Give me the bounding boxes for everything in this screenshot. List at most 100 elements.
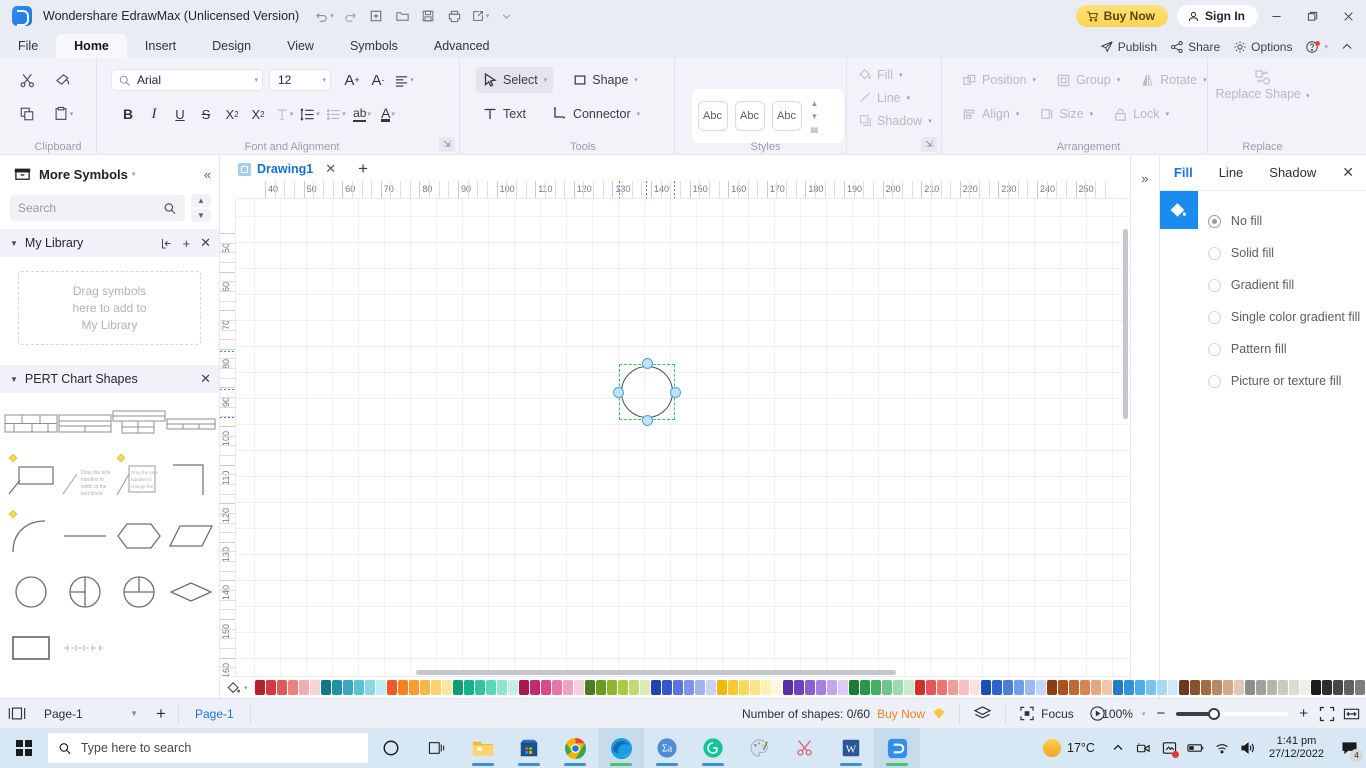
help-button[interactable]: ▾ bbox=[1300, 40, 1333, 54]
color-swatch[interactable] bbox=[727, 680, 738, 695]
color-swatch[interactable] bbox=[1057, 680, 1068, 695]
buy-now-button[interactable]: Buy Now bbox=[1075, 5, 1168, 27]
shape-item-arc[interactable] bbox=[4, 509, 58, 557]
font-family-select[interactable]: ▾ bbox=[111, 69, 263, 91]
canvas-vertical-scrollbar[interactable] bbox=[1122, 229, 1128, 419]
font-dialog-launcher[interactable]: ⇲ bbox=[439, 137, 455, 152]
menu-item-home[interactable]: Home bbox=[56, 34, 127, 58]
close-format-panel-button[interactable]: ✕ bbox=[1342, 164, 1354, 181]
strikethrough-button[interactable]: S bbox=[193, 102, 219, 126]
select-caret-icon[interactable]: ▾ bbox=[544, 76, 548, 84]
restore-button[interactable] bbox=[1294, 0, 1330, 32]
color-swatch[interactable] bbox=[892, 680, 903, 695]
bold-button[interactable]: B bbox=[115, 102, 141, 126]
align-caret-icon[interactable]: ▾ bbox=[1016, 110, 1020, 118]
close-tab-icon[interactable]: ✕ bbox=[325, 161, 336, 177]
superscript-button[interactable]: X2 bbox=[219, 102, 245, 126]
color-swatch[interactable] bbox=[881, 680, 892, 695]
collapse-left-panel-button[interactable]: « bbox=[204, 167, 211, 182]
color-swatch[interactable] bbox=[606, 680, 617, 695]
shrink-font-icon[interactable]: A- bbox=[365, 68, 391, 92]
taskbar-word-icon[interactable]: W bbox=[828, 728, 874, 768]
vertical-ruler[interactable]: 50 60 70 80 90 100 110 120 130 140 150 160 bbox=[220, 199, 236, 676]
position-caret-icon[interactable]: ▾ bbox=[1032, 76, 1036, 84]
document-tab-drawing1[interactable]: Drawing1 ✕ bbox=[232, 157, 344, 181]
line-button[interactable]: Line ▾ bbox=[855, 88, 914, 108]
color-swatch[interactable] bbox=[430, 680, 441, 695]
rail-fill-button[interactable] bbox=[1159, 191, 1198, 229]
connector-tool-button[interactable]: Connector ▾ bbox=[546, 101, 646, 127]
color-swatch[interactable] bbox=[914, 680, 925, 695]
color-swatch[interactable] bbox=[1101, 680, 1112, 695]
page-layout-toggle-button[interactable] bbox=[0, 699, 34, 729]
fit-page-button[interactable] bbox=[1319, 706, 1335, 722]
page-selector[interactable]: Page-1 ▼ bbox=[34, 703, 144, 725]
pert-expand-icon[interactable]: ▼ bbox=[10, 375, 18, 384]
color-swatch[interactable] bbox=[1167, 680, 1178, 695]
radio-no-fill[interactable] bbox=[1207, 214, 1221, 228]
drawing-canvas[interactable] bbox=[236, 199, 1130, 676]
focus-button[interactable]: Focus bbox=[1019, 706, 1074, 721]
shape-item-table2[interactable] bbox=[58, 403, 112, 445]
color-swatch[interactable] bbox=[254, 680, 265, 695]
expand-right-panel-button[interactable]: » bbox=[1131, 165, 1159, 191]
select-tool-button[interactable]: Select ▾ bbox=[476, 67, 554, 93]
close-button[interactable] bbox=[1330, 0, 1366, 32]
color-swatch[interactable] bbox=[1090, 680, 1101, 695]
color-swatch[interactable] bbox=[815, 680, 826, 695]
zoom-out-button[interactable]: − bbox=[1153, 705, 1168, 722]
color-swatch[interactable] bbox=[1354, 680, 1365, 695]
zoom-slider-knob[interactable] bbox=[1208, 707, 1221, 720]
rotate-button[interactable]: Rotate ▾ bbox=[1134, 67, 1212, 93]
open-file-icon[interactable] bbox=[389, 4, 415, 28]
taskbar-clock[interactable]: 1:41 pm 27/12/2022 bbox=[1261, 735, 1332, 761]
shape-item-rectangle[interactable] bbox=[4, 627, 58, 669]
shape-item-hexagon[interactable] bbox=[112, 515, 166, 557]
color-swatch[interactable] bbox=[980, 680, 991, 695]
shadow-caret-icon[interactable]: ▾ bbox=[928, 117, 932, 125]
wifi-icon[interactable] bbox=[1209, 728, 1235, 768]
symbols-scroll-up-button[interactable]: ▲ bbox=[191, 194, 211, 207]
color-swatch[interactable] bbox=[749, 680, 760, 695]
weather-widget[interactable]: 17°C bbox=[1033, 739, 1105, 757]
search-input-wrapper[interactable] bbox=[10, 195, 185, 221]
color-swatch[interactable] bbox=[441, 680, 452, 695]
color-swatch[interactable] bbox=[463, 680, 474, 695]
color-swatch[interactable] bbox=[1343, 680, 1354, 695]
shape-caret-icon[interactable]: ▾ bbox=[634, 76, 638, 84]
font-family-caret-icon[interactable]: ▾ bbox=[254, 76, 258, 84]
save-icon[interactable] bbox=[415, 4, 441, 28]
color-swatch[interactable] bbox=[551, 680, 562, 695]
shape-item-line[interactable] bbox=[58, 515, 112, 557]
handle-bottom[interactable] bbox=[641, 415, 653, 426]
share-button[interactable]: Share bbox=[1165, 40, 1225, 54]
connector-caret-icon[interactable]: ▾ bbox=[637, 110, 641, 118]
size-caret-icon[interactable]: ▾ bbox=[1090, 110, 1094, 118]
color-swatch[interactable] bbox=[1002, 680, 1013, 695]
taskbar-task-view-icon[interactable] bbox=[414, 728, 460, 768]
color-swatch[interactable] bbox=[397, 680, 408, 695]
page-selector-caret-icon[interactable]: ▼ bbox=[130, 709, 138, 718]
color-swatch[interactable] bbox=[1178, 680, 1189, 695]
format-painter-icon[interactable] bbox=[50, 68, 76, 92]
align-button[interactable]: Align ▾ bbox=[956, 101, 1025, 127]
my-library-drop-area[interactable]: Drag symbols here to add to My Library bbox=[18, 271, 201, 345]
fill-option-single-color-gradient-fill[interactable]: Single color gradient fill bbox=[1207, 301, 1366, 333]
tab-shadow[interactable]: Shadow bbox=[1269, 165, 1316, 180]
close-my-library-icon[interactable]: ✕ bbox=[200, 235, 211, 251]
color-swatch[interactable] bbox=[408, 680, 419, 695]
color-swatch[interactable] bbox=[969, 680, 980, 695]
color-swatch[interactable] bbox=[826, 680, 837, 695]
color-swatch[interactable] bbox=[991, 680, 1002, 695]
bullets-button[interactable]: ▾ bbox=[323, 102, 349, 126]
replace-shape-caret-icon[interactable]: ▾ bbox=[1306, 92, 1310, 100]
replace-shape-button[interactable]: Replace Shape ▾ bbox=[1208, 69, 1317, 102]
help-caret-icon[interactable]: ▾ bbox=[1324, 43, 1328, 51]
paste-caret-icon[interactable]: ▾ bbox=[70, 110, 74, 118]
color-swatch[interactable] bbox=[793, 680, 804, 695]
color-swatch[interactable] bbox=[903, 680, 914, 695]
export-share-icon[interactable]: ▾ bbox=[467, 4, 493, 28]
color-swatch[interactable] bbox=[1024, 680, 1035, 695]
font-color-button[interactable]: A ▾ bbox=[375, 102, 401, 126]
style-gallery-scroll[interactable]: ▲ ▼ ▤ bbox=[811, 99, 819, 134]
